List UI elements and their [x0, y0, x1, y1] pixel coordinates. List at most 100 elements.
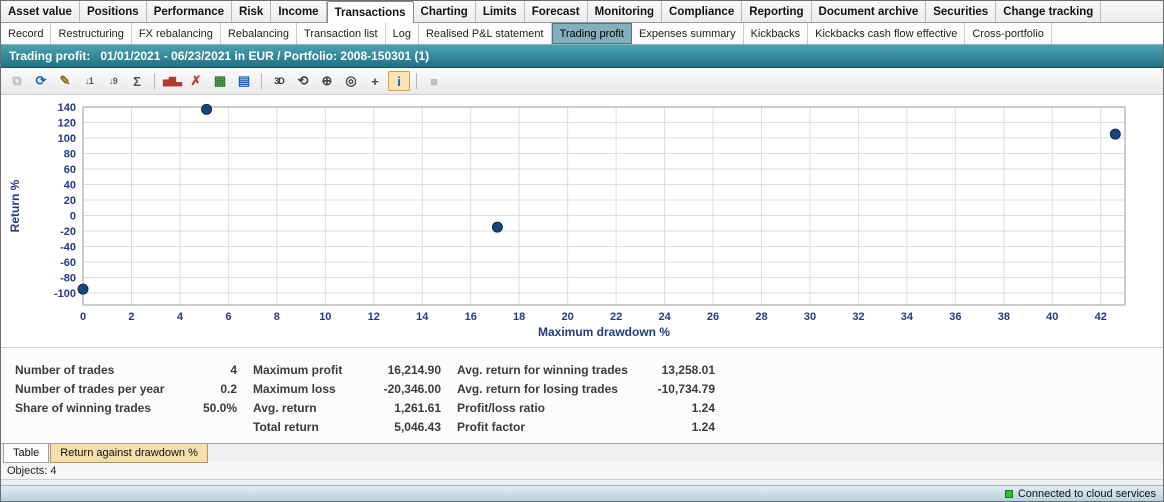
subtab-expenses-summary[interactable]: Expenses summary [632, 23, 744, 44]
bottom-tab-return-against-drawdown[interactable]: Return against drawdown % [50, 444, 208, 463]
tab-limits[interactable]: Limits [476, 1, 525, 22]
svg-text:28: 28 [755, 311, 767, 323]
stat-row: Profit/loss ratio1.24 [457, 398, 715, 417]
stop-icon: ■ [423, 71, 445, 91]
zoom-reset-icon[interactable]: ⟲ [292, 71, 314, 91]
bar-chart-icon[interactable]: ▅▇▃ [161, 71, 183, 91]
edit-filter-icon[interactable]: ✎ [54, 71, 76, 91]
stat-label: Total return [253, 420, 319, 434]
tab-forecast[interactable]: Forecast [525, 1, 588, 22]
zoom-icon[interactable]: ◎ [340, 71, 362, 91]
refresh-icon[interactable]: ⟳ [30, 71, 52, 91]
stats-column-3: Avg. return for winning trades13,258.01A… [457, 360, 715, 443]
tab-compliance[interactable]: Compliance [662, 1, 742, 22]
sort-value-icon[interactable]: ↓9 [102, 71, 124, 91]
svg-text:140: 140 [58, 102, 76, 114]
subtab-kickbacks-cash-flow-effective[interactable]: Kickbacks cash flow effective [808, 23, 965, 44]
tab-securities[interactable]: Securities [926, 1, 996, 22]
tab-transactions[interactable]: Transactions [327, 1, 414, 23]
axes-icon[interactable]: ⊕ [316, 71, 338, 91]
svg-text:100: 100 [58, 133, 76, 145]
statistics-icon[interactable]: Σ [126, 71, 148, 91]
status-bar: Connected to cloud services [1, 485, 1163, 501]
subtab-record[interactable]: Record [1, 23, 51, 44]
svg-text:42: 42 [1095, 311, 1107, 323]
chart-remove-icon[interactable]: ✗ [185, 71, 207, 91]
svg-text:38: 38 [998, 311, 1010, 323]
svg-text:16: 16 [465, 311, 477, 323]
tab-document-archive[interactable]: Document archive [812, 1, 927, 22]
tab-performance[interactable]: Performance [147, 1, 232, 22]
svg-text:30: 30 [804, 311, 816, 323]
sub-tab-strip: RecordRestructuringFX rebalancingRebalan… [1, 23, 1163, 45]
tab-asset-value[interactable]: Asset value [1, 1, 80, 22]
data-point[interactable] [202, 104, 212, 114]
svg-text:0: 0 [70, 211, 76, 223]
svg-text:10: 10 [319, 311, 331, 323]
stat-row: Number of trades per year0.2 [15, 379, 237, 398]
svg-text:60: 60 [64, 164, 76, 176]
view-title-bar: Trading profit: 01/01/2021 - 06/23/2021 … [1, 45, 1163, 68]
stat-value: 16,214.90 [388, 363, 441, 377]
stat-label: Avg. return for winning trades [457, 363, 628, 377]
stat-row: Avg. return for losing trades -10,734.79 [457, 379, 715, 398]
view-title: Trading profit: 01/01/2021 - 06/23/2021 … [9, 49, 429, 63]
subtab-transaction-list[interactable]: Transaction list [297, 23, 386, 44]
stat-row: Profit factor1.24 [457, 417, 715, 436]
stat-label: Avg. return for losing trades [457, 382, 618, 396]
sort-numeric-icon[interactable]: ↓1 [78, 71, 100, 91]
stat-row: Avg. return for winning trades13,258.01 [457, 360, 715, 379]
stat-label: Number of trades [15, 363, 114, 377]
data-point[interactable] [78, 284, 88, 294]
stat-label: Profit factor [457, 420, 525, 434]
data-point[interactable] [492, 222, 502, 232]
subtab-rebalancing[interactable]: Rebalancing [221, 23, 297, 44]
stats-column-1: Number of trades4Number of trades per ye… [15, 360, 237, 443]
chart-toolbar: ⧉⟳✎↓1↓9Σ▅▇▃✗▦▤3D⟲⊕◎+i■ [1, 68, 1163, 95]
toolbar-separator [261, 73, 262, 89]
subtab-cross-portfolio[interactable]: Cross-portfolio [965, 23, 1052, 44]
svg-text:40: 40 [1046, 311, 1058, 323]
svg-text:-80: -80 [60, 273, 76, 285]
chart-style-icon[interactable]: ▦ [209, 71, 231, 91]
svg-text:8: 8 [274, 311, 280, 323]
chart-table-icon[interactable]: ▤ [233, 71, 255, 91]
bottom-tab-strip: TableReturn against drawdown % [1, 443, 1163, 463]
chart-panel[interactable]: -100-80-60-40-20020406080100120140024681… [1, 95, 1163, 347]
stat-value: -10,734.79 [658, 382, 715, 396]
tab-charting[interactable]: Charting [414, 1, 476, 22]
scatter-chart[interactable]: -100-80-60-40-20020406080100120140024681… [5, 101, 1157, 341]
subtab-realised-p-l-statement[interactable]: Realised P&L statement [419, 23, 552, 44]
svg-text:14: 14 [416, 311, 429, 323]
tab-income[interactable]: Income [271, 1, 326, 22]
app-window: Asset valuePositionsPerformanceRiskIncom… [0, 0, 1164, 502]
subtab-trading-profit[interactable]: Trading profit [552, 23, 632, 44]
data-point[interactable] [1110, 129, 1120, 139]
svg-text:40: 40 [64, 180, 76, 192]
toolbar-separator [416, 73, 417, 89]
subtab-restructuring[interactable]: Restructuring [51, 23, 131, 44]
svg-text:20: 20 [562, 311, 574, 323]
svg-text:120: 120 [58, 118, 76, 130]
subtab-log[interactable]: Log [386, 23, 419, 44]
tab-monitoring[interactable]: Monitoring [588, 1, 662, 22]
3d-icon[interactable]: 3D [268, 71, 290, 91]
svg-text:-100: -100 [54, 288, 76, 300]
main-tab-strip: Asset valuePositionsPerformanceRiskIncom… [1, 1, 1163, 23]
info-icon[interactable]: i [388, 71, 410, 91]
x-axis-label: Maximum drawdown % [538, 325, 670, 339]
tab-reporting[interactable]: Reporting [742, 1, 811, 22]
stat-label: Maximum profit [253, 363, 342, 377]
stat-row: Total return5,046.43 [253, 417, 441, 436]
crosshair-icon[interactable]: + [364, 71, 386, 91]
stat-row: Maximum profit 16,214.90 [253, 360, 441, 379]
subtab-kickbacks[interactable]: Kickbacks [744, 23, 809, 44]
tab-change-tracking[interactable]: Change tracking [996, 1, 1101, 22]
stat-label: Maximum loss [253, 382, 336, 396]
tab-risk[interactable]: Risk [232, 1, 271, 22]
bottom-tab-table[interactable]: Table [3, 444, 49, 463]
subtab-fx-rebalancing[interactable]: FX rebalancing [132, 23, 221, 44]
tab-positions[interactable]: Positions [80, 1, 147, 22]
connection-indicator-icon [1005, 490, 1013, 498]
stat-value: 50.0% [203, 401, 237, 415]
